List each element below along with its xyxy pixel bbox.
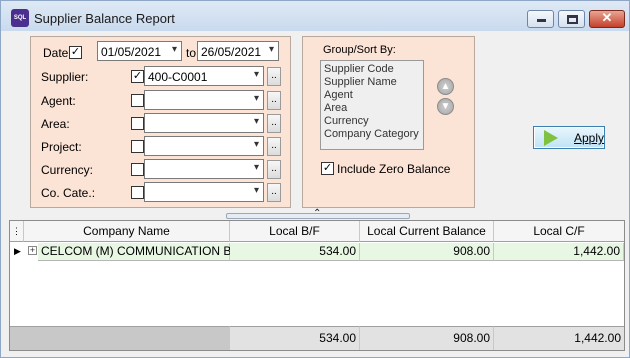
table-cell-cf[interactable]: 1,442.00 (494, 243, 624, 261)
minimize-icon (537, 19, 546, 22)
agent-label: Agent: (41, 94, 76, 108)
supplier-value: 400-C0001 (148, 70, 208, 84)
list-item[interactable]: Company Category (324, 128, 420, 141)
list-item[interactable]: Area (324, 102, 420, 115)
play-icon (544, 130, 558, 146)
date-from-value: 01/05/2021 (101, 45, 162, 59)
list-item[interactable]: Currency (324, 115, 420, 128)
date-to-label: to (186, 46, 197, 60)
chevron-down-icon: ▾ (253, 162, 259, 173)
currency-checkbox[interactable] (131, 163, 144, 176)
window-title: Supplier Balance Report (34, 11, 175, 26)
list-item[interactable]: Agent (324, 89, 420, 102)
footer-total-cf: 1,442.00 (494, 326, 624, 350)
table-cell-company[interactable]: CELCOM (M) COMMUNICATION BHD (38, 243, 249, 261)
project-browse-button[interactable]: .. (267, 137, 281, 156)
chevron-down-icon: ▾ (253, 116, 259, 127)
group-sort-title: Group/Sort By: (323, 44, 396, 56)
date-checkbox[interactable]: ✓ (69, 46, 82, 59)
currency-combo[interactable]: ▾ (144, 159, 264, 179)
table-cell-current[interactable]: 908.00 (360, 243, 494, 261)
apply-label: Apply (574, 131, 605, 145)
maximize-button[interactable] (558, 10, 585, 28)
chevron-down-icon: ▾ (268, 44, 274, 55)
expand-icon[interactable]: + (28, 246, 37, 255)
footer-total-current: 908.00 (360, 326, 494, 350)
column-header-local-cf[interactable]: Local C/F (494, 221, 624, 242)
agent-combo[interactable]: ▾ (144, 90, 264, 110)
currency-browse-button[interactable]: .. (267, 160, 281, 179)
project-label: Project: (41, 140, 82, 154)
company-category-combo[interactable]: ▾ (144, 182, 264, 202)
supplier-checkbox[interactable]: ✓ (131, 70, 144, 83)
company-category-checkbox[interactable] (131, 186, 144, 199)
arrow-down-icon: ▼ (440, 101, 451, 112)
chevron-down-icon: ▾ (253, 139, 259, 150)
arrow-up-icon: ▲ (440, 81, 451, 92)
agent-checkbox[interactable] (131, 94, 144, 107)
area-label: Area: (41, 117, 70, 131)
currency-label: Currency: (41, 163, 94, 177)
report-window: SQL Supplier Balance Report ✕ Date ✓ 01/… (0, 0, 630, 358)
grid-menu-icon[interactable]: ⋮ (10, 221, 24, 242)
close-icon: ✕ (601, 10, 613, 25)
chevron-down-icon: ▾ (171, 44, 177, 55)
column-header-company-name[interactable]: Company Name (24, 221, 230, 242)
agent-browse-button[interactable]: .. (267, 91, 281, 110)
supplier-browse-button[interactable]: .. (267, 67, 281, 86)
project-checkbox[interactable] (131, 140, 144, 153)
chevron-down-icon: ▾ (253, 69, 259, 80)
include-zero-balance-label: Include Zero Balance (337, 162, 451, 176)
area-combo[interactable]: ▾ (144, 113, 264, 133)
footer-total-bf: 534.00 (230, 326, 360, 350)
column-header-local-bf[interactable]: Local B/F (230, 221, 360, 242)
list-item[interactable]: Supplier Code (324, 63, 420, 76)
title-bar[interactable]: SQL Supplier Balance Report ✕ (1, 1, 629, 31)
include-zero-balance-checkbox[interactable]: ✓ (321, 162, 334, 175)
supplier-label: Supplier: (41, 70, 89, 84)
area-checkbox[interactable] (131, 117, 144, 130)
table-cell-bf[interactable]: 534.00 (230, 243, 360, 261)
apply-button[interactable]: Apply (533, 126, 605, 149)
company-category-label: Co. Cate.: (41, 186, 96, 200)
move-down-button[interactable]: ▼ (437, 98, 454, 115)
row-indicator-icon: ▶ (14, 246, 21, 256)
group-sort-list[interactable]: Supplier Code Supplier Name Agent Area C… (320, 60, 424, 150)
maximize-icon (567, 15, 578, 24)
chevron-down-icon: ▾ (253, 185, 259, 196)
date-from-picker[interactable]: 01/05/2021 ▾ (97, 41, 182, 61)
project-combo[interactable]: ▾ (144, 136, 264, 156)
date-label: Date (43, 46, 69, 60)
list-item[interactable]: Supplier Name (324, 76, 420, 89)
panel-splitter[interactable]: ⌃ (226, 208, 410, 219)
date-to-value: 26/05/2021 (201, 45, 262, 59)
report-grid[interactable]: ⋮ Company Name Local B/F Local Current B… (9, 220, 625, 351)
close-button[interactable]: ✕ (589, 10, 625, 28)
footer-blank (10, 326, 230, 350)
area-browse-button[interactable]: .. (267, 114, 281, 133)
column-header-local-current-balance[interactable]: Local Current Balance (360, 221, 494, 242)
chevron-up-icon: ⌃ (313, 208, 322, 219)
chevron-down-icon: ▾ (253, 93, 259, 104)
move-up-button[interactable]: ▲ (437, 78, 454, 95)
supplier-combo[interactable]: 400-C0001 ▾ (144, 66, 264, 86)
company-category-browse-button[interactable]: .. (267, 183, 281, 202)
app-icon: SQL (11, 9, 29, 27)
date-to-picker[interactable]: 26/05/2021 ▾ (197, 41, 279, 61)
minimize-button[interactable] (527, 10, 554, 28)
